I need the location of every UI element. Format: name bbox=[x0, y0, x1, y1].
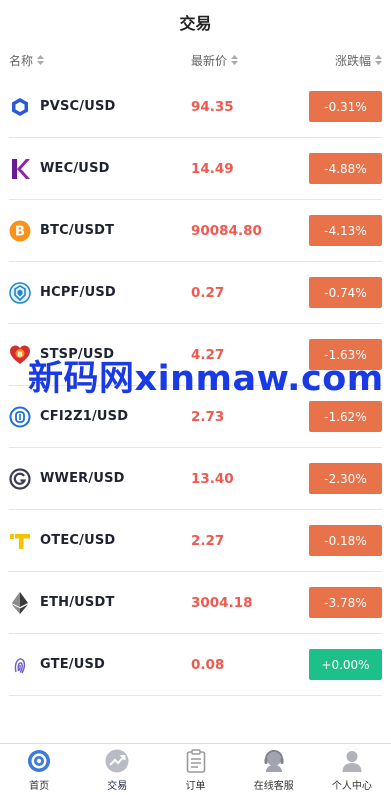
profile-person-icon bbox=[339, 748, 365, 774]
column-header: 名称 最新价 涨跌幅 bbox=[0, 44, 391, 76]
tab-trade[interactable]: 交易 bbox=[78, 744, 156, 795]
top-bar: 交易 bbox=[0, 0, 391, 44]
hexagon-coin-icon bbox=[9, 96, 31, 118]
tab-profile[interactable]: 个人中心 bbox=[313, 744, 391, 795]
last-price: 4.27 bbox=[191, 346, 225, 363]
sort-arrows-icon bbox=[37, 55, 45, 65]
pair-name: BTC/USDT bbox=[40, 223, 115, 238]
sort-arrows-icon bbox=[231, 55, 239, 65]
change-badge: -2.30% bbox=[309, 463, 382, 494]
bottom-tab-bar: 首页 交易 订单 在线客服 个人中心 bbox=[0, 743, 391, 795]
change-badge: -0.31% bbox=[309, 91, 382, 122]
market-list: PVSC/USD 94.35 -0.31% WEC/USD 14.49 -4.8… bbox=[0, 76, 391, 696]
change-badge: +0.00% bbox=[309, 649, 382, 680]
pair-name: STSP/USD bbox=[40, 347, 115, 362]
market-row[interactable]: WEC/USD 14.49 -4.88% bbox=[9, 138, 382, 200]
last-price: 3004.18 bbox=[191, 594, 253, 611]
ethereum-icon bbox=[9, 591, 31, 614]
coin-cell: HCPF/USD bbox=[9, 281, 191, 304]
pair-name: HCPF/USD bbox=[40, 285, 116, 300]
tab-home[interactable]: 首页 bbox=[0, 744, 78, 795]
coin-cell: PVSC/USD bbox=[9, 96, 191, 118]
coin-cell: CFI2Z1/USD bbox=[9, 406, 191, 428]
market-row[interactable]: ETH/USDT 3004.18 -3.78% bbox=[9, 572, 382, 634]
column-price-label: 最新价 bbox=[191, 53, 228, 68]
sort-by-name[interactable]: 名称 bbox=[9, 52, 191, 69]
blue-coin-icon bbox=[9, 406, 31, 428]
last-price: 2.73 bbox=[191, 408, 225, 425]
pair-name: OTEC/USD bbox=[40, 533, 116, 548]
coin-cell: B BTC/USDT bbox=[9, 220, 191, 242]
change-badge: -4.13% bbox=[309, 215, 382, 246]
g-ring-icon bbox=[9, 467, 31, 490]
column-name-label: 名称 bbox=[9, 53, 34, 68]
market-row[interactable]: OTEC/USD 2.27 -0.18% bbox=[9, 510, 382, 572]
sort-by-price[interactable]: 最新价 bbox=[191, 52, 262, 69]
market-row[interactable]: WWER/USD 13.40 -2.30% bbox=[9, 448, 382, 510]
sort-arrows-icon bbox=[375, 55, 382, 65]
bitcoin-icon: B bbox=[9, 220, 31, 242]
tab-orders[interactable]: 订单 bbox=[156, 744, 234, 795]
blue-shield-coin-icon bbox=[9, 281, 31, 304]
last-price: 0.27 bbox=[191, 284, 225, 301]
column-change-label: 涨跌幅 bbox=[334, 53, 371, 68]
coin-cell: WWER/USD bbox=[9, 467, 191, 490]
page-title: 交易 bbox=[179, 14, 212, 33]
change-badge: -1.63% bbox=[309, 339, 382, 370]
tab-label: 订单 bbox=[185, 780, 206, 792]
market-row[interactable]: PVSC/USD 94.35 -0.31% bbox=[9, 76, 382, 138]
k-logo-icon bbox=[9, 158, 31, 180]
coin-cell: B STSP/USD bbox=[9, 344, 191, 366]
last-price: 13.40 bbox=[191, 470, 234, 487]
last-price: 2.27 bbox=[191, 532, 225, 549]
market-row[interactable]: B BTC/USDT 90084.80 -4.13% bbox=[9, 200, 382, 262]
coin-cell: WEC/USD bbox=[9, 158, 191, 180]
pair-name: WEC/USD bbox=[40, 161, 110, 176]
tab-label: 个人中心 bbox=[331, 780, 372, 792]
yellow-t-icon bbox=[9, 530, 31, 552]
tab-label: 交易 bbox=[107, 780, 128, 792]
change-badge: -0.74% bbox=[309, 277, 382, 308]
change-badge: -1.62% bbox=[309, 401, 382, 432]
pair-name: ETH/USDT bbox=[40, 595, 115, 610]
customer-service-icon bbox=[261, 748, 287, 774]
pair-name: WWER/USD bbox=[40, 471, 125, 486]
home-target-icon bbox=[26, 748, 52, 774]
change-badge: -0.18% bbox=[309, 525, 382, 556]
order-clipboard-icon bbox=[183, 748, 209, 774]
coin-cell: ETH/USDT bbox=[9, 591, 191, 614]
last-price: 0.08 bbox=[191, 656, 225, 673]
coin-cell: GTE/USD bbox=[9, 654, 191, 676]
pair-name: CFI2Z1/USD bbox=[40, 409, 129, 424]
last-price: 94.35 bbox=[191, 98, 234, 115]
last-price: 90084.80 bbox=[191, 222, 262, 239]
sort-by-change[interactable]: 涨跌幅 bbox=[262, 52, 382, 69]
market-row[interactable]: CFI2Z1/USD 2.73 -1.62% bbox=[9, 386, 382, 448]
change-badge: -3.78% bbox=[309, 587, 382, 618]
heart-coin-icon: B bbox=[9, 344, 31, 366]
coin-cell: OTEC/USD bbox=[9, 530, 191, 552]
tab-label: 首页 bbox=[29, 780, 50, 792]
svg-text:B: B bbox=[17, 350, 22, 358]
market-row[interactable]: B STSP/USD 4.27 -1.63% bbox=[9, 324, 382, 386]
market-row[interactable]: HCPF/USD 0.27 -0.74% bbox=[9, 262, 382, 324]
trade-chart-icon bbox=[104, 748, 130, 774]
tab-label: 在线客服 bbox=[253, 780, 294, 792]
change-badge: -4.88% bbox=[309, 153, 382, 184]
last-price: 14.49 bbox=[191, 160, 234, 177]
tab-support[interactable]: 在线客服 bbox=[235, 744, 313, 795]
fingerprint-icon bbox=[9, 654, 31, 676]
svg-text:B: B bbox=[15, 224, 25, 239]
pair-name: PVSC/USD bbox=[40, 99, 116, 114]
market-row[interactable]: GTE/USD 0.08 +0.00% bbox=[9, 634, 382, 696]
pair-name: GTE/USD bbox=[40, 657, 106, 672]
